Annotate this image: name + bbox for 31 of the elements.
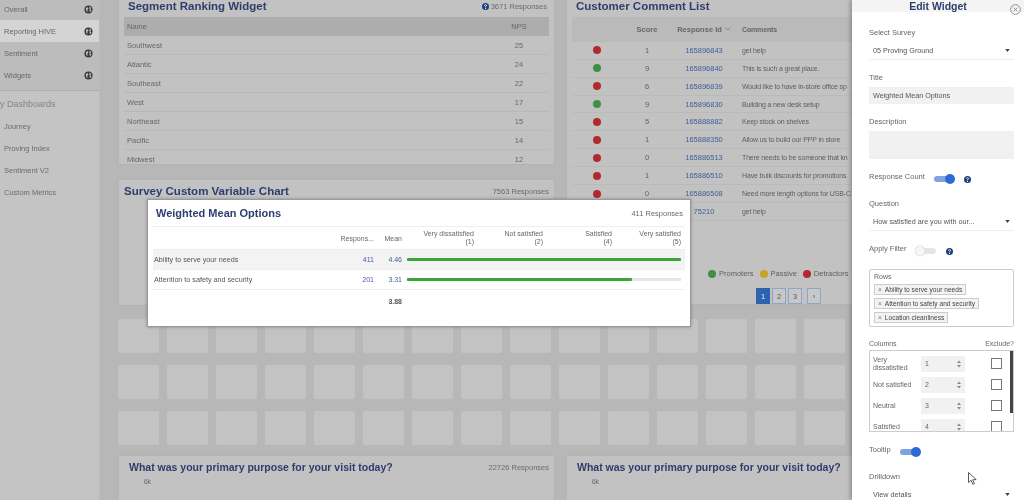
help-icon[interactable] xyxy=(963,175,971,183)
globe-icon xyxy=(84,26,93,36)
widget-title: Customer Comment List xyxy=(576,0,710,12)
widget-title: What was your primary purpose for your visit today? xyxy=(577,461,841,473)
spinner-icon[interactable] xyxy=(957,380,961,389)
help-icon[interactable] xyxy=(481,2,489,10)
globe-icon xyxy=(84,70,93,80)
checkbox[interactable] xyxy=(991,379,1002,390)
help-icon[interactable] xyxy=(945,247,953,255)
globe-icon xyxy=(84,4,93,14)
checkbox[interactable] xyxy=(991,400,1002,411)
widget-title: Survey Custom Variable Chart xyxy=(124,185,289,197)
caret-icon xyxy=(1005,493,1010,496)
checkbox[interactable] xyxy=(991,421,1002,431)
caret-icon xyxy=(1005,49,1010,52)
spinner-icon[interactable] xyxy=(957,401,961,410)
spinner-icon[interactable] xyxy=(957,359,961,368)
toggle-switch[interactable] xyxy=(915,248,936,254)
spinner-icon[interactable] xyxy=(957,422,961,431)
cursor-icon xyxy=(968,472,977,485)
widget-title: Weighted Mean Options xyxy=(156,207,282,219)
globe-icon xyxy=(84,48,93,58)
caret-icon xyxy=(1005,220,1010,223)
close-icon[interactable] xyxy=(1010,4,1021,15)
placeholder-block xyxy=(118,319,159,353)
checkbox[interactable] xyxy=(991,358,1002,369)
widget-title: What was your primary purpose for your visit today? xyxy=(129,461,393,473)
widget-title: Segment Ranking Widget xyxy=(128,0,267,12)
panel-title: Edit Widget xyxy=(909,0,967,12)
toggle-switch[interactable] xyxy=(933,176,954,182)
toggle-switch[interactable] xyxy=(899,449,920,455)
